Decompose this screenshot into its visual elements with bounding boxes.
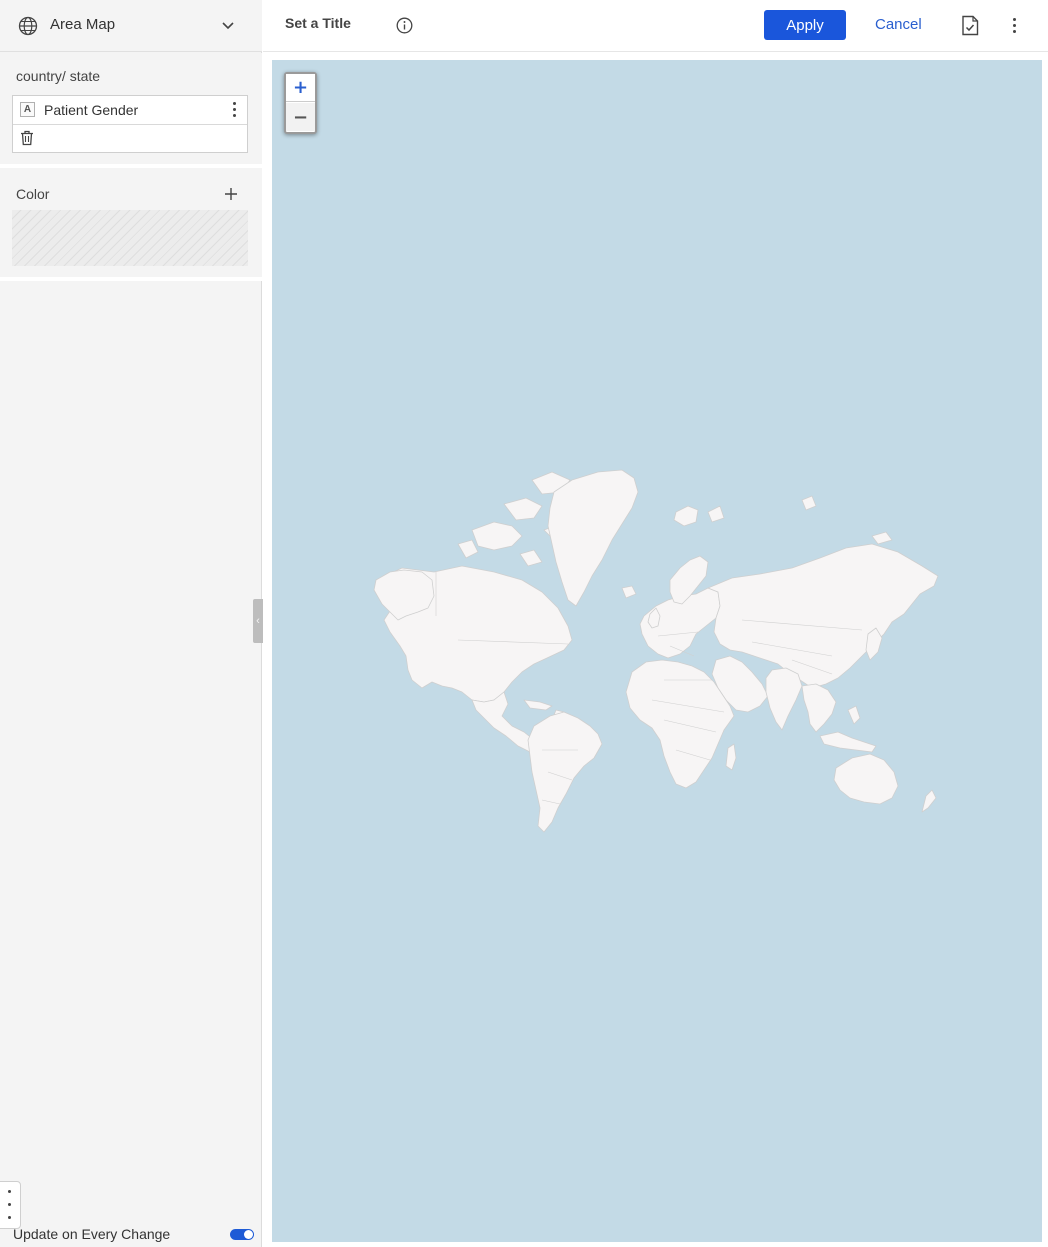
- toggle-knob: [244, 1230, 253, 1239]
- color-section-title: Color: [16, 186, 50, 202]
- south-america-region: [527, 711, 603, 833]
- zoom-in-button[interactable]: +: [286, 74, 315, 102]
- chevron-down-icon[interactable]: [220, 17, 236, 33]
- collapse-sidebar-handle[interactable]: ‹: [253, 599, 263, 643]
- caribbean-region: [523, 699, 553, 711]
- india-region: [765, 667, 803, 731]
- section-divider: [0, 277, 262, 281]
- chart-type-label: Area Map: [50, 16, 116, 33]
- apply-button[interactable]: Apply: [764, 10, 846, 40]
- trash-icon[interactable]: [20, 130, 34, 146]
- new-zealand-region: [921, 789, 937, 813]
- location-field-pill[interactable]: A Patient Gender: [13, 96, 247, 125]
- location-section: country/ state A Patient Gender: [0, 53, 262, 164]
- greenland-region: [547, 469, 639, 607]
- world-map[interactable]: [272, 60, 1042, 1242]
- globe-icon: [18, 16, 38, 36]
- madagascar-region: [725, 743, 737, 771]
- sidebar: Area Map country/ state A Patient Gender: [0, 0, 263, 1247]
- arctic-islands-region: [471, 521, 523, 551]
- location-field-box: A Patient Gender: [12, 95, 248, 153]
- australia-region: [833, 753, 899, 805]
- update-on-change-toggle[interactable]: [230, 1229, 254, 1240]
- update-on-change-label: Update on Every Change: [13, 1226, 171, 1242]
- vertical-dots-icon: [2, 1188, 16, 1224]
- color-drop-zone[interactable]: [12, 210, 248, 266]
- save-document-icon[interactable]: [961, 15, 979, 36]
- sidebar-menu-button[interactable]: [0, 1181, 21, 1229]
- chart-title[interactable]: Set a Title: [285, 15, 351, 31]
- zoom-control: + −: [284, 72, 317, 134]
- text-type-icon: A: [20, 102, 35, 117]
- add-color-icon[interactable]: [224, 187, 238, 201]
- chart-header: Set a Title Apply Cancel: [263, 0, 1048, 52]
- field-options-icon[interactable]: [227, 101, 241, 119]
- southeast-asia-region: [801, 683, 837, 733]
- field-name: Patient Gender: [44, 102, 139, 118]
- app-root: Area Map country/ state A Patient Gender: [0, 0, 1048, 1247]
- cancel-button[interactable]: Cancel: [875, 16, 922, 33]
- info-icon[interactable]: [396, 17, 413, 34]
- chart-type-selector[interactable]: Area Map: [0, 0, 262, 52]
- iceland-region: [673, 505, 699, 527]
- map-canvas[interactable]: + −: [272, 60, 1042, 1242]
- more-options-icon[interactable]: [1007, 16, 1021, 34]
- location-section-title: country/ state: [16, 68, 101, 84]
- zoom-out-button[interactable]: −: [286, 103, 315, 131]
- color-section: Color: [0, 168, 262, 277]
- indonesia-region: [819, 731, 877, 753]
